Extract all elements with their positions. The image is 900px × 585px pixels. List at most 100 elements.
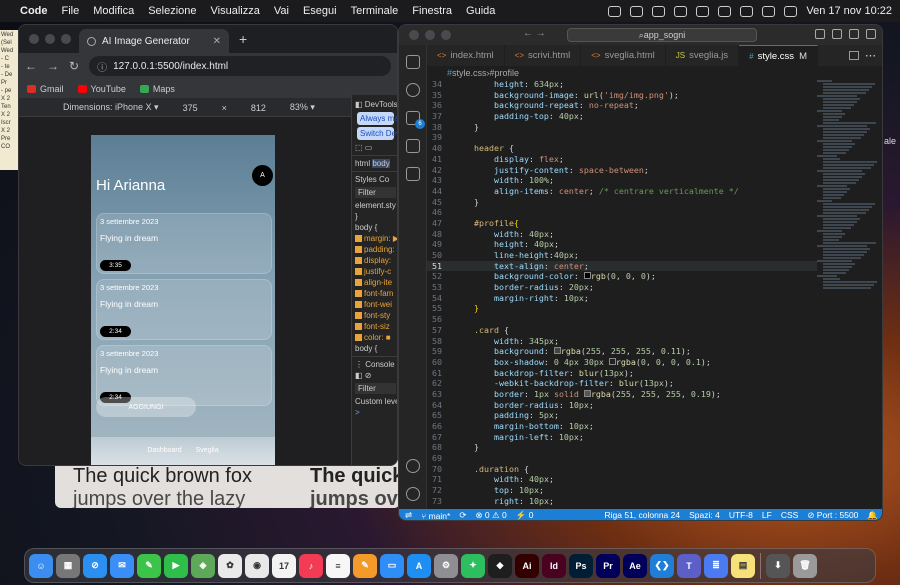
music-icon[interactable]: ♪ [299,553,323,578]
language-mode[interactable]: CSS [781,510,798,520]
account-icon[interactable] [406,459,420,473]
code-line[interactable]: 66 margin-bottom: 10px; [427,421,817,432]
desktop-sticky-note[interactable]: Wed (Sel Wed - C - te - De Pr - pe X 2 Ten X 2 Iscr… [0,30,18,170]
code-line[interactable]: 45 } [427,197,817,208]
pages-icon[interactable]: ✎ [353,553,377,578]
tab-computed[interactable]: Co [379,175,389,184]
facetime-icon[interactable]: ▶ [164,553,188,578]
code-line[interactable]: 54 margin-right: 10px; [427,293,817,304]
downloads-icon[interactable]: ⬇ [766,553,790,578]
switch-devtools-button[interactable]: Switch DevT [357,127,397,140]
status-cloud-icon[interactable] [652,5,666,17]
css-prop[interactable]: align-ite [352,277,397,288]
nav-dashboard[interactable]: Dashboard [147,447,181,465]
code-line[interactable]: 51 text-align: center; [427,260,817,272]
css-prop[interactable]: justify-c [352,266,397,277]
teams-icon[interactable]: T [677,553,701,578]
minimize-window-button[interactable] [425,30,435,40]
more-icon[interactable]: ⋮ [355,360,365,369]
code-line[interactable]: 72 top: 10px; [427,485,817,496]
control-center-icon[interactable] [762,5,776,17]
problems-indicator[interactable]: ⊗ 0 ⚠ 0 [475,510,506,520]
bookmark-youtube[interactable]: YouTube [77,84,126,94]
stickies-icon[interactable]: ▤ [731,553,755,578]
tab-scrivi-html[interactable]: <> scrivi.html [505,45,582,66]
indentation[interactable]: Spazi: 4 [689,510,720,520]
remote-indicator-icon[interactable]: ⇌ [405,510,412,520]
crumb-body[interactable]: body [372,159,390,168]
code-line[interactable]: 69 [427,453,817,464]
back-arrow-icon[interactable]: ← [25,59,37,73]
code-line[interactable]: 46 [427,207,817,218]
inspect-icon[interactable]: ⬚ [355,143,365,152]
code-line[interactable]: 53 border-radius: 20px; [427,282,817,293]
chrome-icon[interactable]: ◉ [245,553,269,578]
status-sync-icon[interactable] [630,5,644,17]
url-field[interactable]: ⓘ 127.0.0.1:5500/index.html [89,56,391,76]
zoom-window-button[interactable] [441,30,451,40]
css-prop[interactable]: font-fam [352,288,397,299]
end-of-line[interactable]: LF [762,510,772,520]
photos-icon[interactable]: ✿ [218,553,242,578]
menu-selezione[interactable]: Selezione [148,5,196,17]
zoom-window-button[interactable] [61,34,71,44]
console-filter-input[interactable]: Filter [355,383,396,394]
code-line[interactable]: 34 height: 634px; [427,79,817,90]
vscode-icon[interactable]: ❮❯ [650,553,674,578]
code-line[interactable]: 47 #profile{ [427,218,817,229]
code-line[interactable]: 39 [427,132,817,143]
premiere-icon[interactable]: Pr [596,553,620,578]
breadcrumb-symbol[interactable]: #profile [490,68,520,78]
explorer-icon[interactable] [406,55,420,69]
nav-sveglia[interactable]: Sveglia [196,447,219,465]
crumb-html[interactable]: html [355,159,370,168]
close-window-button[interactable] [29,34,39,44]
menu-modifica[interactable]: Modifica [93,5,134,17]
code-line[interactable]: 42 justify-content: space-between; [427,165,817,176]
code-line[interactable]: 71 width: 40px; [427,474,817,485]
new-tab-button[interactable]: + [239,31,247,47]
css-prop[interactable]: padding: [352,244,397,255]
custom-levels-select[interactable]: Custom level [352,396,397,407]
code-line[interactable]: 65 padding: 5px; [427,410,817,421]
launchpad-icon[interactable]: ▦ [56,553,80,578]
live-server-port[interactable]: ⊘ Port : 5500 [807,510,858,520]
tab-index-html[interactable]: <> index.html [427,45,505,66]
finder-icon[interactable]: ☺ [29,553,53,578]
device-height-input[interactable]: 812 [251,103,266,113]
forward-arrow-icon[interactable]: → [47,59,59,73]
indesign-icon[interactable]: Id [542,553,566,578]
notifications-icon[interactable]: 🔔 [867,510,878,520]
console-prompt[interactable]: > [352,407,397,418]
code-line[interactable]: 68 } [427,442,817,453]
nav-arrows-icon[interactable]: ← → [523,28,546,39]
code-line[interactable]: 70 .duration { [427,464,817,475]
menu-code[interactable]: Code [20,5,48,17]
trash-icon[interactable]: 🗑 [793,553,817,578]
safari-icon[interactable]: ⊘ [83,553,107,578]
menu-esegui[interactable]: Esegui [303,5,337,17]
site-info-icon[interactable]: ⓘ [97,59,107,74]
close-tab-icon[interactable]: ✕ [213,36,221,47]
keynote-icon[interactable]: ▭ [380,553,404,578]
tab-style-css[interactable]: # style.css M [739,45,818,66]
menu-file[interactable]: File [62,5,80,17]
sidebar-toggle-icon[interactable]: ◧ [355,371,365,380]
appstore-icon[interactable]: A [407,553,431,578]
evernote-icon[interactable]: ✦ [461,553,485,578]
code-line[interactable]: 67 margin-left: 10px; [427,432,817,443]
always-match-button[interactable]: Always matc [357,112,397,125]
breadcrumb-file[interactable]: style.css [452,68,487,78]
css-prop[interactable]: display: [352,255,397,266]
device-toggle-icon[interactable]: ▭ [365,143,373,152]
reload-icon[interactable]: ↻ [69,59,79,73]
styles-filter-input[interactable]: Filter [355,187,396,198]
code-line[interactable]: 38 } [427,122,817,133]
menu-vai[interactable]: Vai [274,5,289,17]
code-line[interactable]: 60 box-shadow: 0 4px 30px rgba(0, 0, 0, … [427,357,817,368]
calendar-icon[interactable]: 17 [272,553,296,578]
browser-tab[interactable]: AI Image Generator ✕ [79,29,229,53]
run-debug-icon[interactable] [406,139,420,153]
toggle-sidebar-icon[interactable] [815,29,825,39]
tab-styles[interactable]: Styles [355,175,377,184]
